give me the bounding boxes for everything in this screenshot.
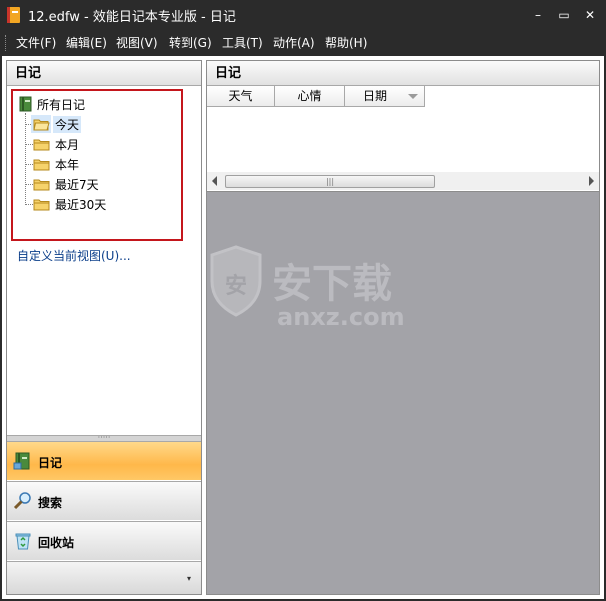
folder-icon xyxy=(33,199,50,211)
diary-list-header: 日记 xyxy=(207,61,599,86)
app-book-icon xyxy=(7,7,20,23)
tree-item-this-month[interactable]: 本月 xyxy=(25,135,145,153)
menu-tools[interactable]: 工具(T) xyxy=(222,35,263,51)
tree-item-label: 最近7天 xyxy=(55,178,99,192)
column-header-date-label: 日期 xyxy=(363,89,388,103)
diary-list-pane: 日记 天气 心情 日期 ||| 安 安下载 anxz.com xyxy=(206,60,600,595)
nav-button-label: 搜索 xyxy=(38,496,63,510)
tree-item-last-7-days[interactable]: 最近7天 xyxy=(25,175,145,193)
watermark-domain: anxz.com xyxy=(277,303,405,331)
nav-button-label: 日记 xyxy=(38,456,63,470)
nav-button-diary[interactable]: 日记 xyxy=(7,441,201,480)
toolbar-grip[interactable] xyxy=(5,35,8,51)
menu-action[interactable]: 动作(A) xyxy=(273,35,315,51)
close-button[interactable]: ✕ xyxy=(578,5,602,25)
recycle-bin-icon xyxy=(15,533,31,550)
diary-book-icon xyxy=(13,452,30,470)
diary-folder-tree: 所有日记 今天 本月 本年 最近7天 最近30天 xyxy=(11,89,183,241)
horizontal-scrollbar[interactable]: ||| xyxy=(207,172,599,190)
nav-button-search[interactable]: 搜索 xyxy=(7,481,201,520)
window-title: 12.edfw - 效能日记本专业版 - 日记 xyxy=(28,10,236,25)
chevron-down-icon[interactable]: ▾ xyxy=(187,574,191,583)
tree-item-label: 本年 xyxy=(55,158,80,172)
column-header-weather[interactable]: 天气 xyxy=(207,86,275,107)
menu-edit[interactable]: 编辑(E) xyxy=(66,35,107,51)
navigation-pane-header: 日记 xyxy=(7,61,201,86)
nav-button-label: 回收站 xyxy=(38,536,75,550)
folder-open-icon xyxy=(33,119,50,131)
menu-help[interactable]: 帮助(H) xyxy=(325,35,367,51)
tree-item-label: 本月 xyxy=(55,138,80,152)
column-header-date[interactable]: 日期 xyxy=(345,86,425,107)
menu-file[interactable]: 文件(F) xyxy=(16,35,56,51)
title-bar: 12.edfw - 效能日记本专业版 - 日记 – ▭ ✕ xyxy=(0,0,606,30)
menu-view[interactable]: 视图(V) xyxy=(116,35,158,51)
scroll-right-icon[interactable] xyxy=(589,176,594,186)
folder-icon xyxy=(33,179,50,191)
tree-root-label: 所有日记 xyxy=(37,98,86,112)
folder-icon xyxy=(33,159,50,171)
svg-text:安: 安 xyxy=(225,273,247,299)
customize-current-view-link[interactable]: 自定义当前视图(U)... xyxy=(17,247,131,264)
nav-pane-footer: ▾ xyxy=(7,561,201,594)
column-header-mood[interactable]: 心情 xyxy=(275,86,345,107)
tree-item-today[interactable]: 今天 xyxy=(25,115,145,133)
menu-goto[interactable]: 转到(G) xyxy=(169,35,212,51)
tree-item-last-30-days[interactable]: 最近30天 xyxy=(25,195,145,213)
tree-item-label: 最近30天 xyxy=(55,198,107,212)
client-area: 日记 所有日记 今天 本月 本年 最近7天 最近30天 自定义当前视图(U)..… xyxy=(2,56,604,599)
maximize-button[interactable]: ▭ xyxy=(552,5,576,25)
scroll-left-icon[interactable] xyxy=(212,176,217,186)
diary-list-grid[interactable]: 天气 心情 日期 ||| xyxy=(207,86,599,192)
magnifier-icon xyxy=(13,492,31,510)
menu-bar: 文件(F) 编辑(E) 视图(V) 转到(G) 工具(T) 动作(A) 帮助(H… xyxy=(0,30,606,56)
nav-button-recycle-bin[interactable]: 回收站 xyxy=(7,521,201,560)
watermark-logo: 安 安下载 anxz.com xyxy=(210,245,405,331)
navigation-pane: 日记 所有日记 今天 本月 本年 最近7天 最近30天 自定义当前视图(U)..… xyxy=(6,60,202,595)
folder-icon xyxy=(33,139,50,151)
minimize-button[interactable]: – xyxy=(526,5,550,25)
sort-arrow-icon xyxy=(408,94,418,99)
diary-book-icon xyxy=(19,96,32,112)
tree-item-label: 今天 xyxy=(53,116,82,133)
watermark-brand: 安下载 xyxy=(272,261,392,307)
scrollbar-thumb[interactable]: ||| xyxy=(225,175,435,188)
tree-item-this-year[interactable]: 本年 xyxy=(25,155,145,173)
